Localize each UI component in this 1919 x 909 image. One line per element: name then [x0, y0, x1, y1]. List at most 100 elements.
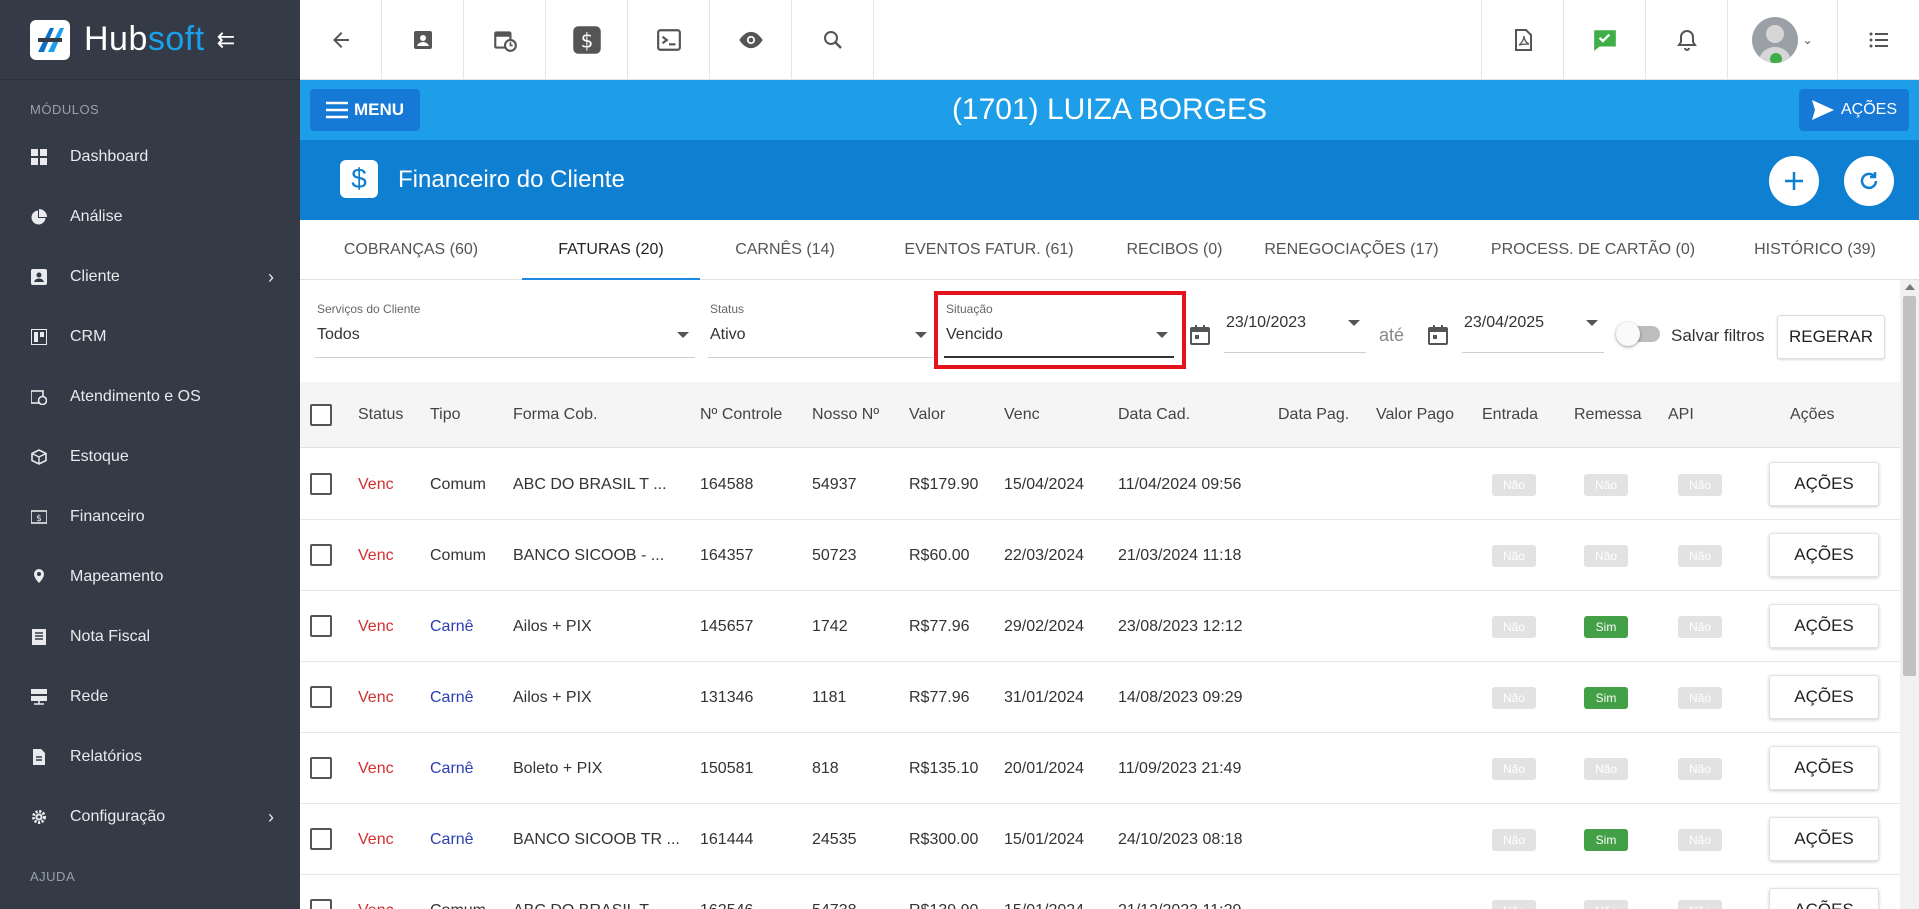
row-checkbox[interactable]	[310, 544, 332, 566]
table-row[interactable]: Venc Carnê Boleto + PIX 150581 818 R$135.10 20…	[300, 733, 1900, 804]
column-header[interactable]: Tipo	[430, 382, 461, 448]
sidebar-item-configuração[interactable]: Configuração ›	[0, 787, 300, 847]
column-header[interactable]: Data Pag.	[1278, 382, 1349, 448]
list-menu-button[interactable]	[1837, 0, 1919, 80]
notifications-button[interactable]	[1645, 0, 1727, 80]
sidebar-item-label: Cliente	[70, 268, 120, 285]
tasks-button[interactable]	[1563, 0, 1645, 80]
row-checkbox[interactable]	[310, 686, 332, 708]
date-to-input[interactable]: 23/04/2025	[1462, 310, 1604, 353]
collapse-sidebar-icon[interactable]: ⇇	[217, 27, 235, 53]
tab-carnês[interactable]: CARNÊS (14)	[700, 220, 870, 280]
table-row[interactable]: Venc Carnê BANCO SICOOB TR ... 161444 24535 R…	[300, 804, 1900, 875]
save-filters-toggle[interactable]	[1616, 322, 1660, 346]
column-header[interactable]: Forma Cob.	[513, 382, 597, 448]
sidebar-item-crm[interactable]: CRM	[0, 307, 300, 367]
sidebar-item-nota-fiscal[interactable]: Nota Fiscal	[0, 607, 300, 667]
dropdown-arrow-icon	[1586, 320, 1598, 326]
column-header[interactable]: Ações	[1790, 382, 1834, 448]
dropdown-arrow-icon	[1348, 320, 1360, 326]
sidebar-item-atendimento-e-os[interactable]: Atendimento e OS	[0, 367, 300, 427]
add-button[interactable]	[1769, 156, 1819, 206]
send-icon	[1811, 100, 1834, 120]
cell-nosso: 1742	[812, 618, 848, 635]
tab-eventos-fatur-[interactable]: EVENTOS FATUR. (61)	[870, 220, 1108, 280]
table-row[interactable]: Venc Carnê Ailos + PIX 145657 1742 R$77.96 29/…	[300, 591, 1900, 662]
column-header[interactable]: Entrada	[1482, 382, 1538, 448]
back-button[interactable]	[300, 0, 382, 80]
menu-button[interactable]: MENU	[310, 89, 420, 131]
pdf-icon	[1514, 29, 1532, 51]
row-actions-button[interactable]: AÇÕES	[1769, 888, 1879, 909]
row-actions-button[interactable]: AÇÕES	[1769, 604, 1879, 648]
refresh-button[interactable]	[1844, 156, 1894, 206]
row-checkbox[interactable]	[310, 615, 332, 637]
hubsoft-logo[interactable]	[30, 19, 70, 60]
cell-controle: 145657	[700, 618, 754, 635]
column-header[interactable]: Data Cad.	[1118, 382, 1190, 448]
row-checkbox[interactable]	[310, 473, 332, 495]
calendar-icon[interactable]	[1188, 323, 1212, 347]
client-actions-button[interactable]: AÇÕES	[1799, 89, 1909, 131]
schedule-button[interactable]	[464, 0, 546, 80]
tab-recibos[interactable]: RECIBOS (0)	[1108, 220, 1241, 280]
tab-renegociações[interactable]: RENEGOCIAÇÕES (17)	[1241, 220, 1462, 280]
column-header[interactable]: Remessa	[1574, 382, 1642, 448]
remessa-badge: Não	[1584, 758, 1628, 780]
row-actions-button[interactable]: AÇÕES	[1769, 746, 1879, 790]
table-row[interactable]: Venc Carnê Ailos + PIX 131346 1181 R$77.96 31/…	[300, 662, 1900, 733]
sidebar-item-mapeamento[interactable]: Mapeamento	[0, 547, 300, 607]
table-row[interactable]: Venc Comum ABC DO BRASIL T ... 164588 54937 R…	[300, 449, 1900, 520]
scroll-thumb[interactable]	[1903, 296, 1916, 676]
column-header[interactable]: Valor Pago	[1376, 382, 1454, 448]
status-select[interactable]: Status Ativo	[708, 302, 933, 358]
regerar-button[interactable]: REGERAR	[1777, 315, 1885, 359]
sidebar-item-rede[interactable]: Rede	[0, 667, 300, 727]
column-header[interactable]: Status	[358, 382, 403, 448]
row-checkbox[interactable]	[310, 828, 332, 850]
client-card-button[interactable]	[382, 0, 464, 80]
column-header[interactable]: API	[1668, 382, 1694, 448]
cell-tipo: Carnê	[430, 689, 474, 706]
scrollbar[interactable]	[1900, 280, 1919, 909]
calendar-icon[interactable]	[1426, 323, 1450, 347]
menu-label: MENU	[353, 100, 405, 119]
situacao-highlight	[934, 291, 1186, 369]
column-header[interactable]: Valor	[909, 382, 945, 448]
tab-faturas[interactable]: FATURAS (20)	[522, 220, 700, 280]
table-row[interactable]: Venc Comum BANCO SICOOB - ... 164357 50723 R$…	[300, 520, 1900, 591]
row-actions-button[interactable]: AÇÕES	[1769, 817, 1879, 861]
sidebar-item-estoque[interactable]: Estoque	[0, 427, 300, 487]
remessa-badge: Não	[1584, 545, 1628, 567]
entrada-badge: Não	[1492, 687, 1536, 709]
cell-venc: 22/03/2024	[1004, 547, 1085, 564]
servicos-select[interactable]: Serviços do Cliente Todos	[315, 302, 695, 358]
sidebar-item-dashboard[interactable]: Dashboard	[0, 127, 300, 187]
tab-cobranças[interactable]: COBRANÇAS (60)	[300, 220, 522, 280]
sidebar-item-relatórios[interactable]: Relatórios	[0, 727, 300, 787]
sidebar-item-análise[interactable]: Análise	[0, 187, 300, 247]
row-checkbox[interactable]	[310, 757, 332, 779]
row-actions-button[interactable]: AÇÕES	[1769, 675, 1879, 719]
terminal-button[interactable]	[628, 0, 710, 80]
scroll-up-arrow-icon[interactable]	[1905, 284, 1915, 290]
column-header[interactable]: Venc	[1004, 382, 1040, 448]
tab-histórico[interactable]: HISTÓRICO (39)	[1724, 220, 1906, 280]
search-button[interactable]	[792, 0, 874, 80]
select-all-checkbox[interactable]	[310, 404, 332, 426]
column-header[interactable]: Nosso Nº	[812, 382, 879, 448]
financial-button[interactable]: $	[546, 0, 628, 80]
row-checkbox[interactable]	[310, 899, 332, 909]
row-actions-button[interactable]: AÇÕES	[1769, 533, 1879, 577]
date-from-input[interactable]: 23/10/2023	[1224, 310, 1366, 353]
user-menu[interactable]: ⌄	[1727, 0, 1837, 80]
servicos-label: Serviços do Cliente	[317, 302, 421, 316]
view-button[interactable]	[710, 0, 792, 80]
table-row[interactable]: Venc Comum ABC DO BRASIL T ... 162546 54738 R…	[300, 875, 1900, 909]
pdf-button[interactable]	[1481, 0, 1563, 80]
row-actions-button[interactable]: AÇÕES	[1769, 462, 1879, 506]
sidebar-item-financeiro[interactable]: $ Financeiro	[0, 487, 300, 547]
column-header[interactable]: Nº Controle	[700, 382, 782, 448]
sidebar-item-cliente[interactable]: Cliente ›	[0, 247, 300, 307]
tab-process-de-cartão[interactable]: PROCESS. DE CARTÃO (0)	[1462, 220, 1724, 280]
